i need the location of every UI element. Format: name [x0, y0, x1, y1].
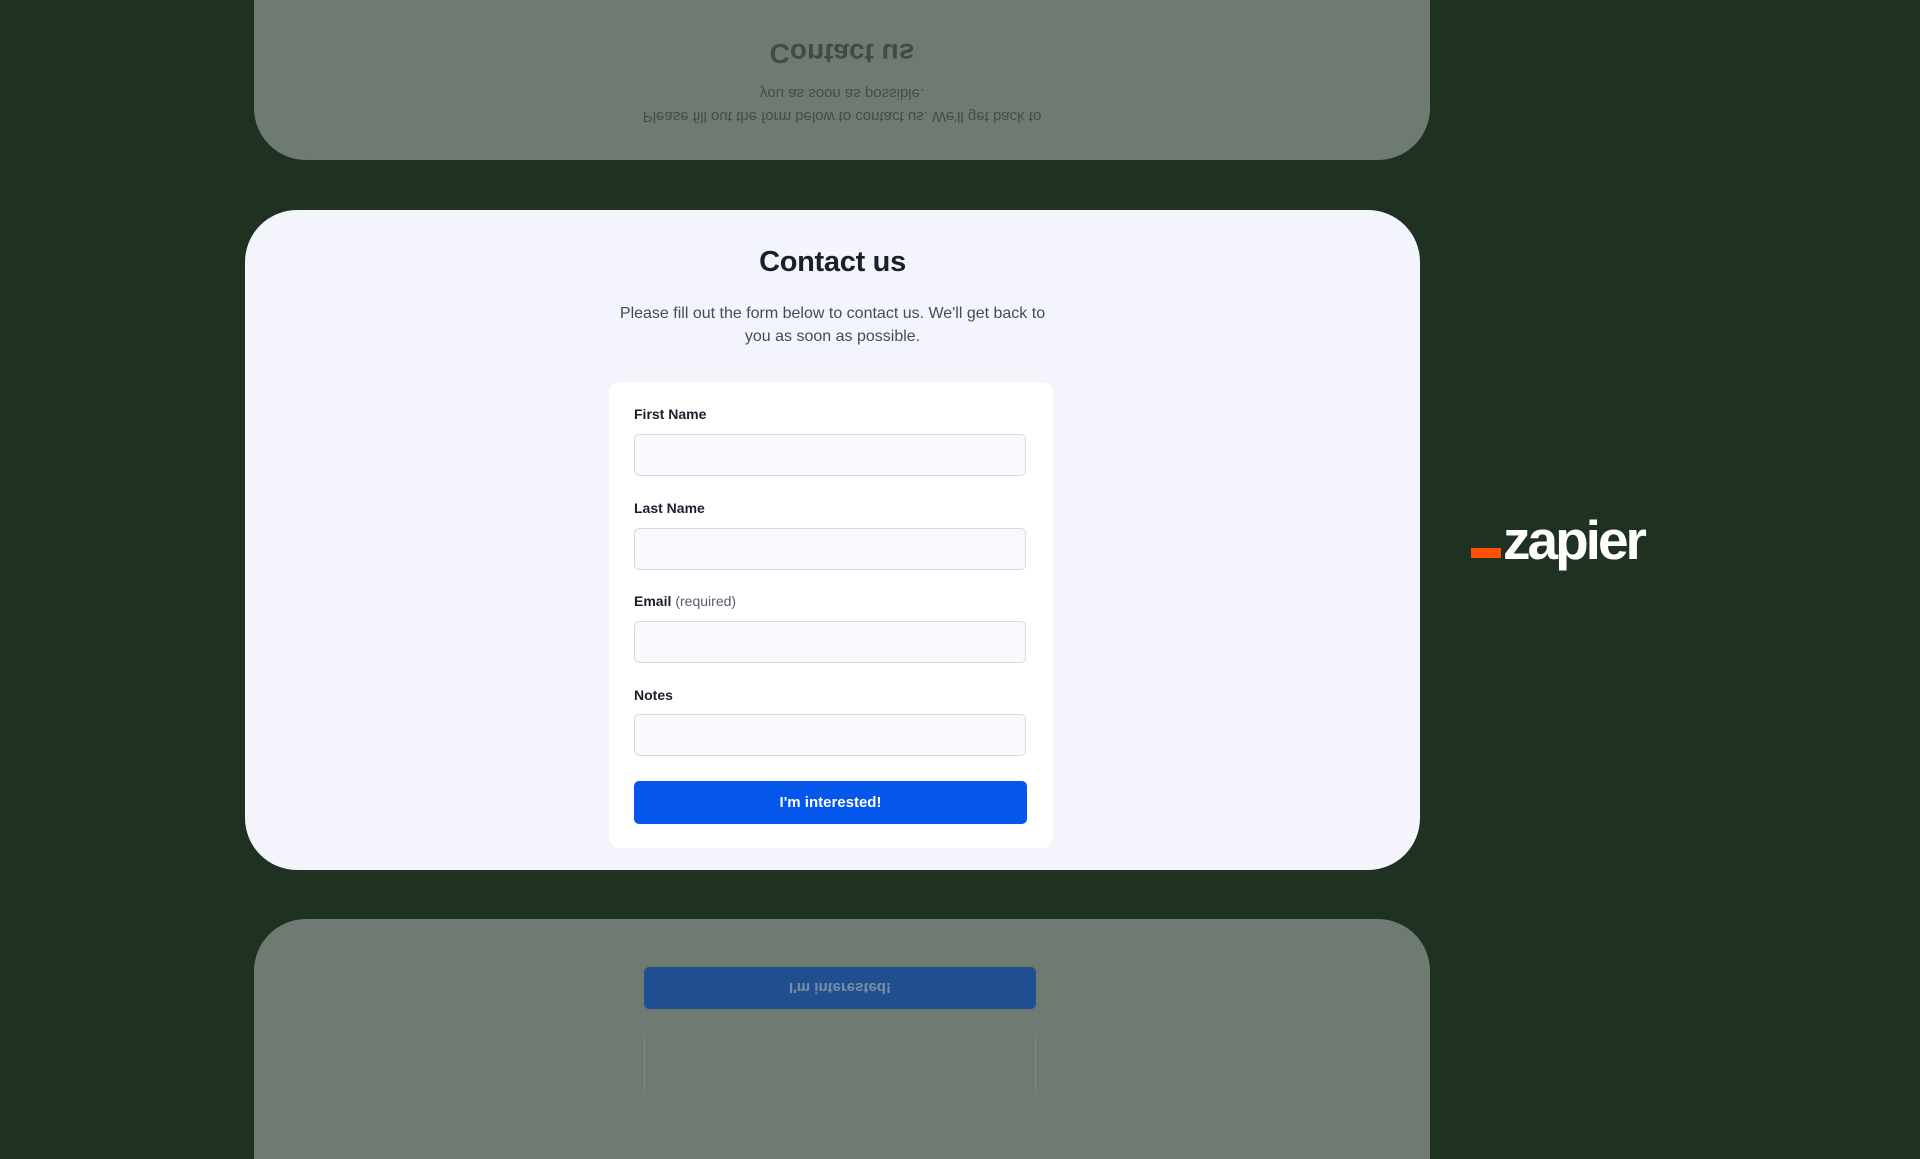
contact-card: Contact us Please fill out the form belo…	[245, 210, 1420, 870]
reflection-field	[644, 1034, 1036, 1094]
reflection-card-bottom: I'm interested!	[254, 919, 1430, 1159]
notes-label: Notes	[634, 687, 673, 703]
email-input[interactable]	[634, 621, 1026, 663]
submit-button[interactable]: I'm interested!	[634, 781, 1027, 824]
first-name-label-text: First Name	[634, 406, 707, 422]
last-name-label: Last Name	[634, 500, 705, 516]
logo-underscore-mark	[1471, 548, 1501, 558]
reflection-subtitle-line1: Please fill out the form below to contac…	[642, 108, 1042, 125]
page-subtitle-line1: Please fill out the form below to contac…	[619, 305, 1046, 322]
email-label-text: Email	[634, 593, 672, 609]
contact-form: First Name Last Name Email (required) Not…	[609, 382, 1053, 848]
reflection-subtitle-line2: you as soon as possible.	[759, 85, 925, 102]
email-label: Email (required)	[634, 593, 736, 609]
first-name-label: First Name	[634, 406, 706, 422]
page-title: Contact us	[759, 246, 906, 278]
reflection-button: I'm interested!	[644, 967, 1036, 1009]
zapier-logo: zapier	[1471, 505, 1671, 575]
notes-input[interactable]	[634, 714, 1026, 756]
last-name-input[interactable]	[634, 528, 1026, 570]
notes-label-text: Notes	[634, 687, 673, 703]
reflection-subtitle: Please fill out the form below to contac…	[254, 82, 1430, 128]
last-name-label-text: Last Name	[634, 500, 705, 516]
first-name-input[interactable]	[634, 434, 1026, 476]
reflection-title: Contact us	[769, 38, 915, 69]
page-subtitle-line2: you as soon as possible.	[744, 328, 921, 345]
email-required-hint: (required)	[675, 593, 737, 609]
reflection-card-top: Contact us Please fill out the form belo…	[254, 0, 1430, 160]
logo-wordmark: zapier	[1503, 509, 1647, 571]
page-subtitle: Please fill out the form below to contac…	[600, 302, 1065, 348]
